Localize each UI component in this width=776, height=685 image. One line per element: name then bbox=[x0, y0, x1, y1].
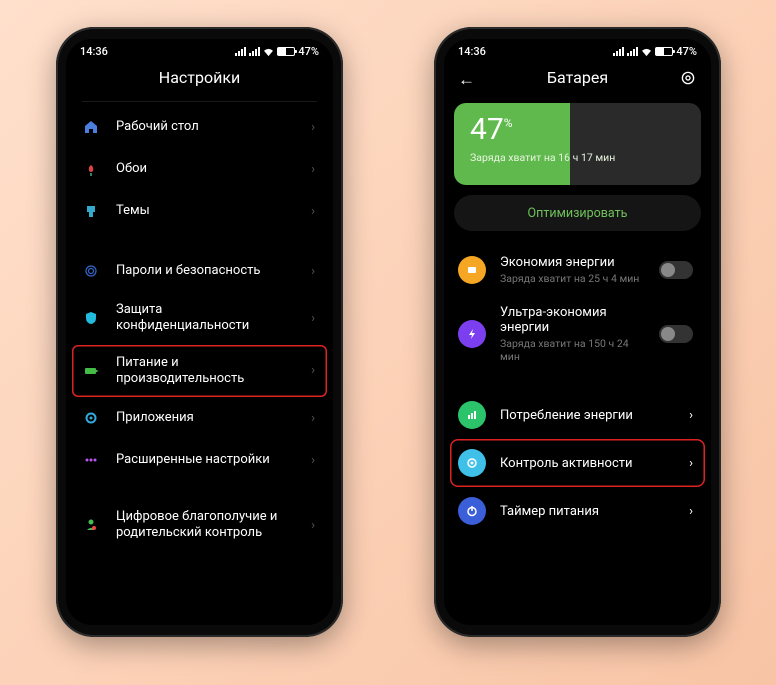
item-label: Приложения bbox=[116, 410, 297, 426]
phone-left: 14:36 47% Настройки Рабочий стол › Обои bbox=[56, 27, 343, 637]
item-activity-control[interactable]: Контроль активности › bbox=[450, 439, 705, 487]
item-label: Пароли и безопасность bbox=[116, 263, 297, 279]
home-icon bbox=[80, 116, 102, 138]
header: ← Батарея bbox=[444, 60, 711, 97]
signal-icon-2 bbox=[249, 47, 260, 56]
back-button[interactable]: ← bbox=[458, 70, 475, 90]
wifi-icon bbox=[641, 47, 652, 56]
chevron-right-icon: › bbox=[311, 264, 315, 279]
chevron-right-icon: › bbox=[689, 456, 693, 471]
battery-pct: 47% bbox=[298, 45, 319, 58]
item-label: Цифровое благополучие и родительский кон… bbox=[116, 509, 297, 542]
settings-list: Рабочий стол › Обои › Темы › Пароли и бе… bbox=[66, 101, 333, 552]
battery-list: Экономия энергии Заряда хватит на 25 ч 4… bbox=[444, 245, 711, 535]
item-advanced[interactable]: Расширенные настройки › bbox=[72, 439, 327, 481]
item-label: Защита конфиденциальности bbox=[116, 302, 297, 335]
item-consumption[interactable]: Потребление энергии › bbox=[450, 391, 705, 439]
chart-icon bbox=[458, 401, 486, 429]
chevron-right-icon: › bbox=[311, 311, 315, 326]
item-sublabel: Заряда хватит на 25 ч 4 мин bbox=[500, 272, 645, 285]
item-security[interactable]: Пароли и безопасность › bbox=[72, 250, 327, 292]
screen-battery: 14:36 47% ← Батарея 47% Заряда хватит на… bbox=[444, 39, 711, 625]
themes-icon bbox=[80, 200, 102, 222]
chevron-right-icon: › bbox=[311, 411, 315, 426]
shield-icon bbox=[80, 307, 102, 329]
battery-card: 47% Заряда хватит на 16 ч 17 мин bbox=[454, 103, 701, 185]
status-indicators: 47% bbox=[613, 45, 697, 58]
chevron-right-icon: › bbox=[311, 204, 315, 219]
status-indicators: 47% bbox=[235, 45, 319, 58]
wellbeing-icon bbox=[80, 514, 102, 536]
item-apps[interactable]: Приложения › bbox=[72, 397, 327, 439]
item-timer[interactable]: Таймер питания › bbox=[450, 487, 705, 535]
status-bar: 14:36 47% bbox=[66, 39, 333, 60]
signal-icon-2 bbox=[627, 47, 638, 56]
power-icon bbox=[458, 497, 486, 525]
chevron-right-icon: › bbox=[689, 408, 693, 423]
header: Настройки bbox=[66, 60, 333, 97]
item-label: Потребление энергии bbox=[500, 408, 675, 423]
item-label: Таймер питания bbox=[500, 504, 675, 519]
item-label: Темы bbox=[116, 203, 297, 219]
item-wellbeing[interactable]: Цифровое благополучие и родительский кон… bbox=[72, 499, 327, 552]
status-time: 14:36 bbox=[80, 45, 108, 58]
signal-icon bbox=[613, 47, 624, 56]
wallpaper-icon bbox=[80, 158, 102, 180]
ultra-toggle[interactable] bbox=[659, 325, 693, 343]
item-battery-saver[interactable]: Экономия энергии Заряда хватит на 25 ч 4… bbox=[450, 245, 705, 295]
page-title: Батарея bbox=[547, 68, 608, 87]
battery-icon bbox=[80, 360, 102, 382]
item-label: Обои bbox=[116, 161, 297, 177]
battery-pct: 47% bbox=[676, 45, 697, 58]
chevron-right-icon: › bbox=[311, 518, 315, 533]
screen-settings: 14:36 47% Настройки Рабочий стол › Обои bbox=[66, 39, 333, 625]
item-privacy[interactable]: Защита конфиденциальности › bbox=[72, 292, 327, 345]
item-label: Ультра-экономия энергии bbox=[500, 305, 645, 335]
item-label: Питание и производительность bbox=[116, 355, 297, 388]
battery-icon bbox=[277, 47, 295, 56]
settings-gear-button[interactable] bbox=[679, 69, 697, 91]
item-ultra-saver[interactable]: Ультра-экономия энергии Заряда хватит на… bbox=[450, 295, 705, 373]
wifi-icon bbox=[263, 47, 274, 56]
chevron-right-icon: › bbox=[689, 504, 693, 519]
signal-icon bbox=[235, 47, 246, 56]
chevron-right-icon: › bbox=[311, 453, 315, 468]
status-bar: 14:36 47% bbox=[444, 39, 711, 60]
item-label: Рабочий стол bbox=[116, 119, 297, 135]
item-power[interactable]: Питание и производительность › bbox=[72, 345, 327, 398]
item-wallpaper[interactable]: Обои › bbox=[72, 148, 327, 190]
chevron-right-icon: › bbox=[311, 162, 315, 177]
item-themes[interactable]: Темы › bbox=[72, 190, 327, 232]
page-title: Настройки bbox=[159, 68, 240, 87]
item-home[interactable]: Рабочий стол › bbox=[72, 106, 327, 148]
fingerprint-icon bbox=[80, 260, 102, 282]
dots-icon bbox=[80, 449, 102, 471]
gear-icon bbox=[80, 407, 102, 429]
item-label: Контроль активности bbox=[500, 456, 675, 471]
saver-toggle[interactable] bbox=[659, 261, 693, 279]
saver-icon bbox=[458, 256, 486, 284]
optimize-button[interactable]: Оптимизировать bbox=[454, 195, 701, 231]
divider bbox=[82, 101, 317, 102]
phone-right: 14:36 47% ← Батарея 47% Заряда хватит на… bbox=[434, 27, 721, 637]
ultra-icon bbox=[458, 320, 486, 348]
battery-remaining: Заряда хватит на 16 ч 17 мин bbox=[470, 151, 685, 164]
item-sublabel: Заряда хватит на 150 ч 24 мин bbox=[500, 337, 645, 363]
item-label: Экономия энергии bbox=[500, 255, 645, 270]
item-label: Расширенные настройки bbox=[116, 452, 297, 468]
battery-percentage: 47% bbox=[470, 115, 685, 145]
chevron-right-icon: › bbox=[311, 120, 315, 135]
battery-icon bbox=[655, 47, 673, 56]
activity-icon bbox=[458, 449, 486, 477]
status-time: 14:36 bbox=[458, 45, 486, 58]
chevron-right-icon: › bbox=[311, 363, 315, 378]
